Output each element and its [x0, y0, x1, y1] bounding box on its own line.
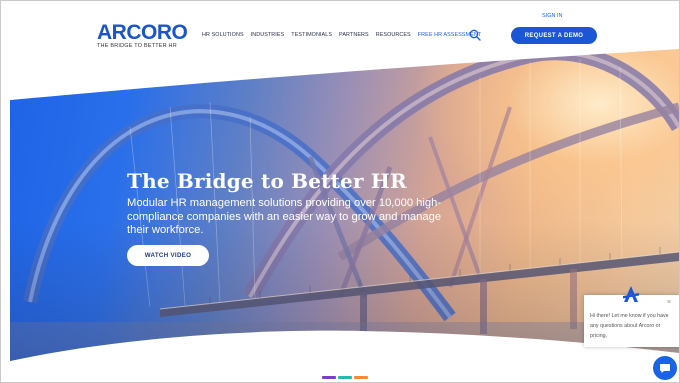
main-nav: HR SOLUTIONS INDUSTRIES TESTIMONIALS PAR… [202, 32, 488, 38]
search-icon[interactable] [469, 28, 481, 41]
chat-message: Hi there! Let me know if you have any qu… [590, 313, 669, 339]
arcoro-chat-logo-icon [621, 284, 641, 304]
logo-tagline: THE BRIDGE TO BETTER HR [97, 43, 177, 49]
chat-launcher-button[interactable] [653, 356, 677, 380]
slider-dot-1[interactable] [322, 376, 336, 379]
slider-indicators [322, 376, 368, 379]
logo-wordmark: ARCORO [97, 21, 188, 44]
nav-item-testimonials[interactable]: TESTIMONIALS [291, 32, 332, 38]
chat-close-icon[interactable]: × [667, 299, 671, 306]
chat-bubble-icon [660, 364, 670, 373]
request-demo-button[interactable]: REQUEST A DEMO [511, 27, 597, 44]
nav-item-hr-solutions[interactable]: HR SOLUTIONS [202, 32, 244, 38]
page-frame: The Bridge to Better HR Modular HR manag… [0, 0, 680, 383]
nav-item-industries[interactable]: INDUSTRIES [251, 32, 285, 38]
slider-dot-3[interactable] [354, 376, 368, 379]
nav-item-resources[interactable]: RESOURCES [376, 32, 411, 38]
slider-dot-2[interactable] [338, 376, 352, 379]
sign-in-link[interactable]: SIGN IN [542, 13, 562, 19]
arcoro-logo[interactable]: ARCORO THE BRIDGE TO BETTER HR [97, 21, 188, 49]
nav-item-partners[interactable]: PARTNERS [339, 32, 369, 38]
